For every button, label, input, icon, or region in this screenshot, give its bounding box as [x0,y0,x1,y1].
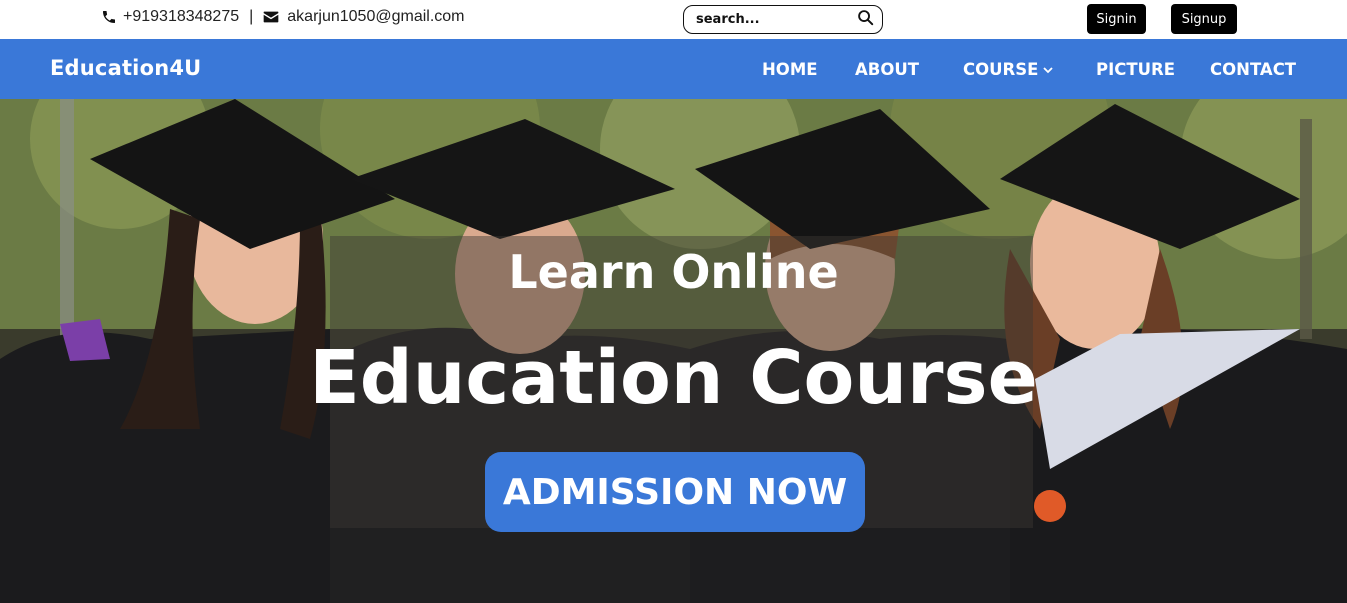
nav-about[interactable]: ABOUT [855,60,919,79]
hero-subtitle: Learn Online [508,245,839,299]
nav-course-label: COURSE [963,60,1039,79]
envelope-icon [263,10,279,24]
search-box[interactable] [683,5,883,34]
search-icon[interactable] [857,9,874,30]
contact-info: +919318348275 | akarjun1050@gmail.com [101,8,465,26]
nav-contact[interactable]: CONTACT [1210,60,1296,79]
nav-course[interactable]: COURSE [963,60,1054,79]
signin-button[interactable]: Signin [1087,4,1146,34]
search-input[interactable] [696,12,857,27]
brand-logo[interactable]: Education4U [50,56,201,80]
contact-separator: | [249,8,254,25]
email-address[interactable]: akarjun1050@gmail.com [287,8,464,26]
main-navbar: Education4U HOME ABOUT COURSE PICTURE CO… [0,39,1347,99]
chevron-down-icon [1043,66,1054,73]
nav-home[interactable]: HOME [762,60,818,79]
hero-title: Education Course [309,335,1038,421]
phone-icon [101,9,117,25]
admission-now-button[interactable]: ADMISSION NOW [485,452,865,532]
nav-picture[interactable]: PICTURE [1096,60,1175,79]
signup-button[interactable]: Signup [1171,4,1237,34]
hero-banner: Learn Online Education Course ADMISSION … [0,99,1347,603]
top-bar: +919318348275 | akarjun1050@gmail.com Si… [0,0,1347,39]
phone-number: +919318348275 [123,8,240,25]
